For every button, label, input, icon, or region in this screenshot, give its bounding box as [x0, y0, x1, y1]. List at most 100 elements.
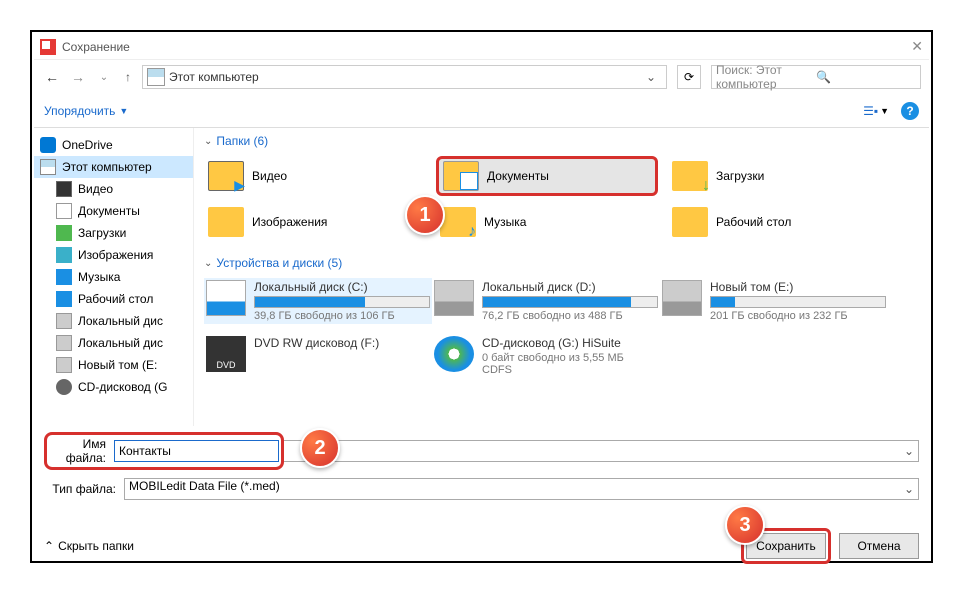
chevron-down-icon[interactable]: ⌄: [904, 444, 914, 458]
close-icon[interactable]: ✕: [911, 38, 923, 55]
search-input[interactable]: Поиск: Этот компьютер 🔍: [711, 65, 921, 89]
drive-item[interactable]: Новый том (E:) 201 ГБ свободно из 232 ГБ: [660, 278, 888, 324]
folder-icon: [672, 207, 708, 237]
back-button[interactable]: ←: [42, 69, 62, 85]
filetype-label: Тип файла:: [44, 482, 124, 496]
sidebar-item[interactable]: Документы: [34, 200, 193, 222]
drive-item[interactable]: DVD DVD RW дисковод (F:): [204, 334, 432, 378]
folder-icon: [208, 161, 244, 191]
drive-free: 201 ГБ свободно из 232 ГБ: [710, 310, 886, 322]
drive-item[interactable]: Локальный диск (C:) 39,8 ГБ свободно из 1…: [204, 278, 432, 324]
drive-item[interactable]: CD-дисковод (G:) HiSuite0 байт свободно …: [432, 334, 660, 378]
sidebar-item-label: Рабочий стол: [78, 292, 153, 306]
sidebar-item[interactable]: Этот компьютер: [34, 156, 193, 178]
sidebar-item-label: Локальный дис: [78, 336, 163, 350]
filename-label: Имя файла:: [49, 437, 114, 465]
footer: ⌃Скрыть папки Сохранить Отмена: [34, 520, 929, 572]
drive-name: Новый том (E:): [710, 280, 886, 294]
drive-name: DVD RW дисковод (F:): [254, 336, 430, 350]
sidebar: OneDrive Этот компьютер Видео Документы Загр…: [34, 128, 194, 426]
dvd-icon: DVD: [206, 336, 246, 372]
drive-item[interactable]: Локальный диск (D:) 76,2 ГБ свободно из 4…: [432, 278, 660, 324]
sidebar-item-label: CD-дисковод (G: [78, 380, 167, 394]
content-pane: ⌄Папки (6) Видео Документы Загрузки Изображ…: [194, 128, 929, 426]
organize-button[interactable]: Упорядочить▼: [44, 104, 128, 118]
help-button[interactable]: ?: [901, 102, 919, 120]
view-button[interactable]: ☰▪▼: [863, 104, 889, 118]
title-bar: Сохранение ✕: [34, 34, 929, 60]
sidebar-item-label: Документы: [78, 204, 140, 218]
filetype-select[interactable]: MOBILedit Data File (*.med)⌄: [124, 478, 919, 500]
folder-label: Документы: [487, 169, 549, 183]
hide-folders-button[interactable]: ⌃Скрыть папки: [44, 539, 134, 553]
drive-free: 76,2 ГБ свободно из 488 ГБ: [482, 310, 658, 322]
folder-icon: [443, 161, 479, 191]
sidebar-item[interactable]: Локальный дис: [34, 332, 193, 354]
app-icon: [40, 39, 56, 55]
folder-label: Видео: [252, 169, 287, 183]
sidebar-item-label: Музыка: [78, 270, 120, 284]
doc-icon: [56, 203, 72, 219]
sidebar-item-label: Этот компьютер: [62, 160, 152, 174]
cd-icon: [434, 336, 474, 372]
sidebar-item-label: OneDrive: [62, 138, 113, 152]
sidebar-item-label: Загрузки: [78, 226, 126, 240]
folder-item[interactable]: Документы: [436, 156, 658, 196]
folder-icon: [672, 161, 708, 191]
cancel-button[interactable]: Отмена: [839, 533, 919, 559]
pc-icon: [40, 159, 56, 175]
folders-group-header[interactable]: ⌄Папки (6): [204, 134, 919, 148]
search-placeholder: Поиск: Этот компьютер: [716, 63, 816, 91]
folder-label: Изображения: [252, 215, 327, 229]
img-icon: [56, 247, 72, 263]
form-area: Имя файла: ⌄ Тип файла: MOBILedit Data F…: [34, 426, 929, 520]
toolbar: Упорядочить▼ ☰▪▼ ?: [34, 94, 929, 128]
drive-icon: [434, 280, 474, 316]
drive-free: 39,8 ГБ свободно из 106 ГБ: [254, 310, 430, 322]
recent-dropdown[interactable]: ⌄: [94, 72, 114, 83]
drive-icon: [662, 280, 702, 316]
cloud-icon: [40, 137, 56, 153]
sidebar-item[interactable]: Рабочий стол: [34, 288, 193, 310]
drive-name: Локальный диск (C:): [254, 280, 430, 294]
folder-icon: [208, 207, 244, 237]
filename-highlight: Имя файла:: [44, 432, 284, 470]
forward-button[interactable]: →: [68, 69, 88, 85]
callout-2: 2: [300, 428, 340, 468]
sidebar-item[interactable]: CD-дисковод (G: [34, 376, 193, 398]
folder-item[interactable]: Музыка: [436, 202, 658, 242]
drive-name: Локальный диск (D:): [482, 280, 658, 294]
sidebar-item[interactable]: OneDrive: [34, 134, 193, 156]
sidebar-item[interactable]: Видео: [34, 178, 193, 200]
filename-input[interactable]: [114, 440, 279, 462]
folder-item[interactable]: Загрузки: [668, 156, 890, 196]
refresh-button[interactable]: ⟳: [677, 65, 701, 89]
chevron-down-icon[interactable]: ⌄: [904, 482, 914, 496]
path-dropdown[interactable]: ⌄: [640, 70, 662, 84]
up-button[interactable]: ↑: [120, 70, 136, 84]
sidebar-item[interactable]: Музыка: [34, 266, 193, 288]
sidebar-item[interactable]: Локальный дис: [34, 310, 193, 332]
drv-icon: [56, 313, 72, 329]
sidebar-item[interactable]: Изображения: [34, 244, 193, 266]
drv-icon: [56, 357, 72, 373]
search-icon[interactable]: 🔍: [816, 70, 916, 84]
window-title: Сохранение: [62, 40, 130, 54]
sidebar-item-label: Локальный дис: [78, 314, 163, 328]
sidebar-item[interactable]: Загрузки: [34, 222, 193, 244]
cd-icon: [56, 379, 72, 395]
address-bar[interactable]: Этот компьютер ⌄: [142, 65, 667, 89]
folder-item[interactable]: Видео: [204, 156, 426, 196]
sidebar-item[interactable]: Новый том (E:: [34, 354, 193, 376]
drives-group-header[interactable]: ⌄Устройства и диски (5): [204, 256, 919, 270]
sidebar-item-label: Новый том (E:: [78, 358, 157, 372]
folder-icon: [440, 207, 476, 237]
pc-icon: [147, 68, 165, 86]
folder-label: Рабочий стол: [716, 215, 791, 229]
folder-item[interactable]: Рабочий стол: [668, 202, 890, 242]
drive-icon: [206, 280, 246, 316]
filename-combo-rest[interactable]: ⌄: [284, 440, 919, 462]
location-text: Этот компьютер: [169, 70, 640, 84]
dwn-icon: [56, 225, 72, 241]
folder-item[interactable]: Изображения: [204, 202, 426, 242]
